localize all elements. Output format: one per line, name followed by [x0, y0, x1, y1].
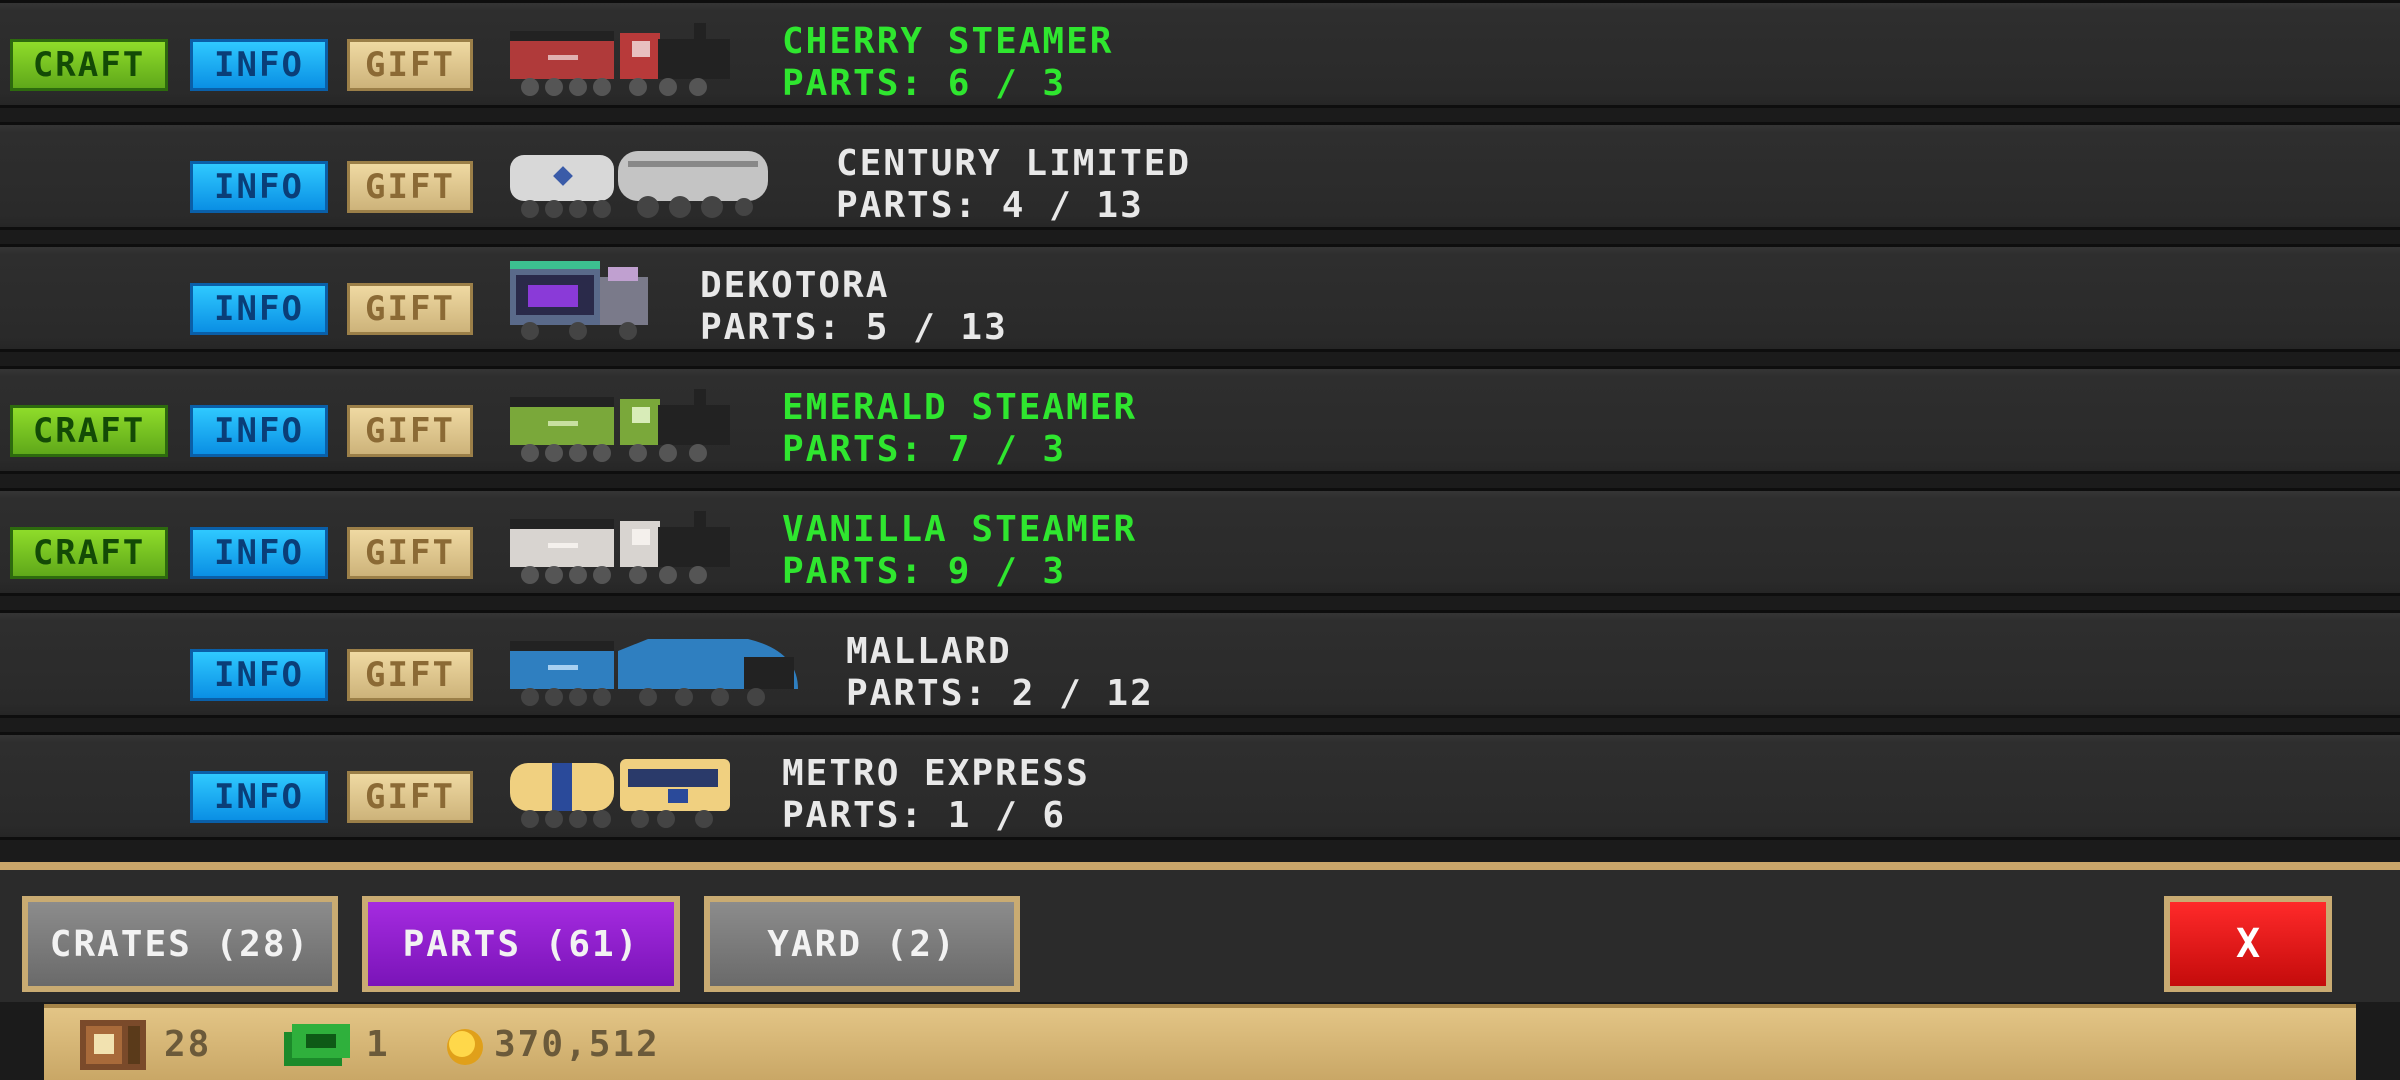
list-item: INFO GIFT DEKOTORA PARTS: 5 / 13: [0, 244, 2400, 352]
parts-count: PARTS: 9 / 3: [782, 551, 1067, 592]
crate-icon: [80, 1020, 146, 1070]
parts-count: PARTS: 5 / 13: [700, 307, 1008, 348]
cash-count: 1: [366, 1024, 390, 1065]
mallard-train-icon: [510, 639, 798, 706]
craft-button[interactable]: CRAFT: [10, 405, 168, 457]
emerald-steamer-train-icon: [510, 389, 730, 462]
gift-button[interactable]: GIFT: [347, 283, 473, 335]
parts-count: PARTS: 4 / 13: [836, 185, 1144, 226]
crates-count: 28: [164, 1024, 212, 1065]
currency-status-bar: 28 1 370,512: [44, 1004, 2356, 1080]
info-button[interactable]: INFO: [190, 405, 328, 457]
list-item: CRAFT INFO GIFT CHERRY STEAMER PARTS: 6 …: [0, 0, 2400, 108]
gift-button[interactable]: GIFT: [347, 405, 473, 457]
metro-express-train-icon: [510, 759, 730, 828]
close-button[interactable]: X: [2164, 896, 2332, 992]
gift-button[interactable]: GIFT: [347, 161, 473, 213]
info-button[interactable]: INFO: [190, 771, 328, 823]
craft-button[interactable]: CRAFT: [10, 527, 168, 579]
list-item: CRAFT INFO GIFT EMERALD STEAMER PARTS: 7…: [0, 366, 2400, 474]
info-button[interactable]: INFO: [190, 39, 328, 91]
tab-parts[interactable]: PARTS (61): [362, 896, 680, 992]
train-name: METRO EXPRESS: [782, 753, 1090, 794]
parts-count: PARTS: 2 / 12: [846, 673, 1154, 714]
train-name: CENTURY LIMITED: [836, 143, 1192, 184]
tab-yard[interactable]: YARD (2): [704, 896, 1020, 992]
gift-button[interactable]: GIFT: [347, 527, 473, 579]
coin-icon: [447, 1029, 483, 1065]
craft-button[interactable]: CRAFT: [10, 39, 168, 91]
vanilla-steamer-train-icon: [510, 511, 730, 584]
list-item: INFO GIFT METRO EXPRESS PARTS: 1 / 6: [0, 732, 2400, 840]
list-item: INFO GIFT MALLARD PARTS: 2 / 12: [0, 610, 2400, 718]
gift-button[interactable]: GIFT: [347, 39, 473, 91]
info-button[interactable]: INFO: [190, 283, 328, 335]
info-button[interactable]: INFO: [190, 649, 328, 701]
tab-crates[interactable]: CRATES (28): [22, 896, 338, 992]
gift-button[interactable]: GIFT: [347, 771, 473, 823]
train-name: VANILLA STEAMER: [782, 509, 1138, 550]
gift-button[interactable]: GIFT: [347, 649, 473, 701]
train-name: CHERRY STEAMER: [782, 21, 1114, 62]
list-item: INFO GIFT CENTURY LIMITED PARTS: 4 / 13: [0, 122, 2400, 230]
train-name: MALLARD: [846, 631, 1012, 672]
dekotora-truck-icon: [510, 261, 648, 340]
bottom-tab-bar: CRATES (28) PARTS (61) YARD (2) X: [0, 862, 2400, 1002]
parts-count: PARTS: 6 / 3: [782, 63, 1067, 104]
coins-amount: 370,512: [494, 1024, 660, 1065]
cash-icon: [284, 1024, 350, 1066]
parts-count: PARTS: 1 / 6: [782, 795, 1067, 836]
cherry-steamer-train-icon: [510, 23, 730, 96]
info-button[interactable]: INFO: [190, 527, 328, 579]
parts-count: PARTS: 7 / 3: [782, 429, 1067, 470]
train-name: EMERALD STEAMER: [782, 387, 1138, 428]
info-button[interactable]: INFO: [190, 161, 328, 213]
train-parts-list: CRAFT INFO GIFT CHERRY STEAMER PARTS: 6 …: [0, 0, 2400, 862]
list-item: CRAFT INFO GIFT VANILLA STEAMER PARTS: 9…: [0, 488, 2400, 596]
century-limited-train-icon: [510, 151, 768, 218]
train-name: DEKOTORA: [700, 265, 890, 306]
